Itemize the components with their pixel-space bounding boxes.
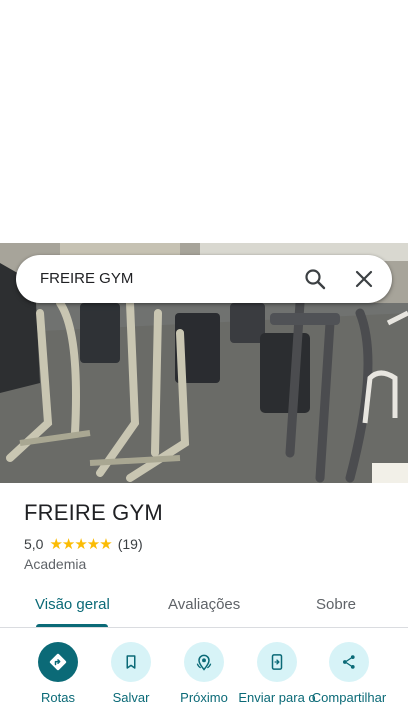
star-rating-icon: ★★★★★ <box>49 536 112 553</box>
share-button[interactable]: Compartilhar <box>309 642 389 705</box>
bookmark-icon <box>126 655 136 669</box>
tab-overview[interactable]: Visão geral <box>35 585 110 625</box>
active-tab-indicator <box>36 624 108 627</box>
directions-icon <box>49 653 67 671</box>
rating-value: 5,0 <box>24 536 44 552</box>
send-to-phone-button[interactable]: Enviar para o <box>237 642 317 705</box>
tab-about[interactable]: Sobre <box>316 585 356 625</box>
rating-row[interactable]: 5,0 ★★★★★ (19) <box>24 535 143 553</box>
tab-reviews[interactable]: Avaliações <box>168 585 240 625</box>
send-to-phone-icon <box>271 654 283 670</box>
save-label: Salvar <box>112 690 150 705</box>
place-header: FREIRE GYM <box>24 500 163 526</box>
directions-button[interactable]: Rotas <box>18 642 98 705</box>
search-icon[interactable] <box>303 267 327 291</box>
action-bar: Rotas Salvar Próximo Enviar para o Compa… <box>0 642 408 726</box>
search-input[interactable]: FREIRE GYM <box>40 255 133 303</box>
nearby-button[interactable]: Próximo <box>164 642 244 705</box>
map-area[interactable] <box>0 0 408 243</box>
save-button[interactable]: Salvar <box>91 642 171 705</box>
share-label: Compartilhar <box>311 690 387 705</box>
close-icon[interactable] <box>352 267 376 291</box>
search-bar[interactable]: FREIRE GYM <box>16 255 392 303</box>
nearby-icon <box>196 654 212 671</box>
nearby-label: Próximo <box>180 690 228 705</box>
place-title: FREIRE GYM <box>24 500 163 525</box>
send-to-phone-label: Enviar para o <box>238 690 316 705</box>
tab-bar: Visão geral Avaliações Sobre <box>0 585 408 628</box>
review-count[interactable]: (19) <box>118 536 143 552</box>
place-category[interactable]: Academia <box>24 556 86 572</box>
directions-label: Rotas <box>41 690 75 705</box>
share-icon <box>343 655 355 669</box>
